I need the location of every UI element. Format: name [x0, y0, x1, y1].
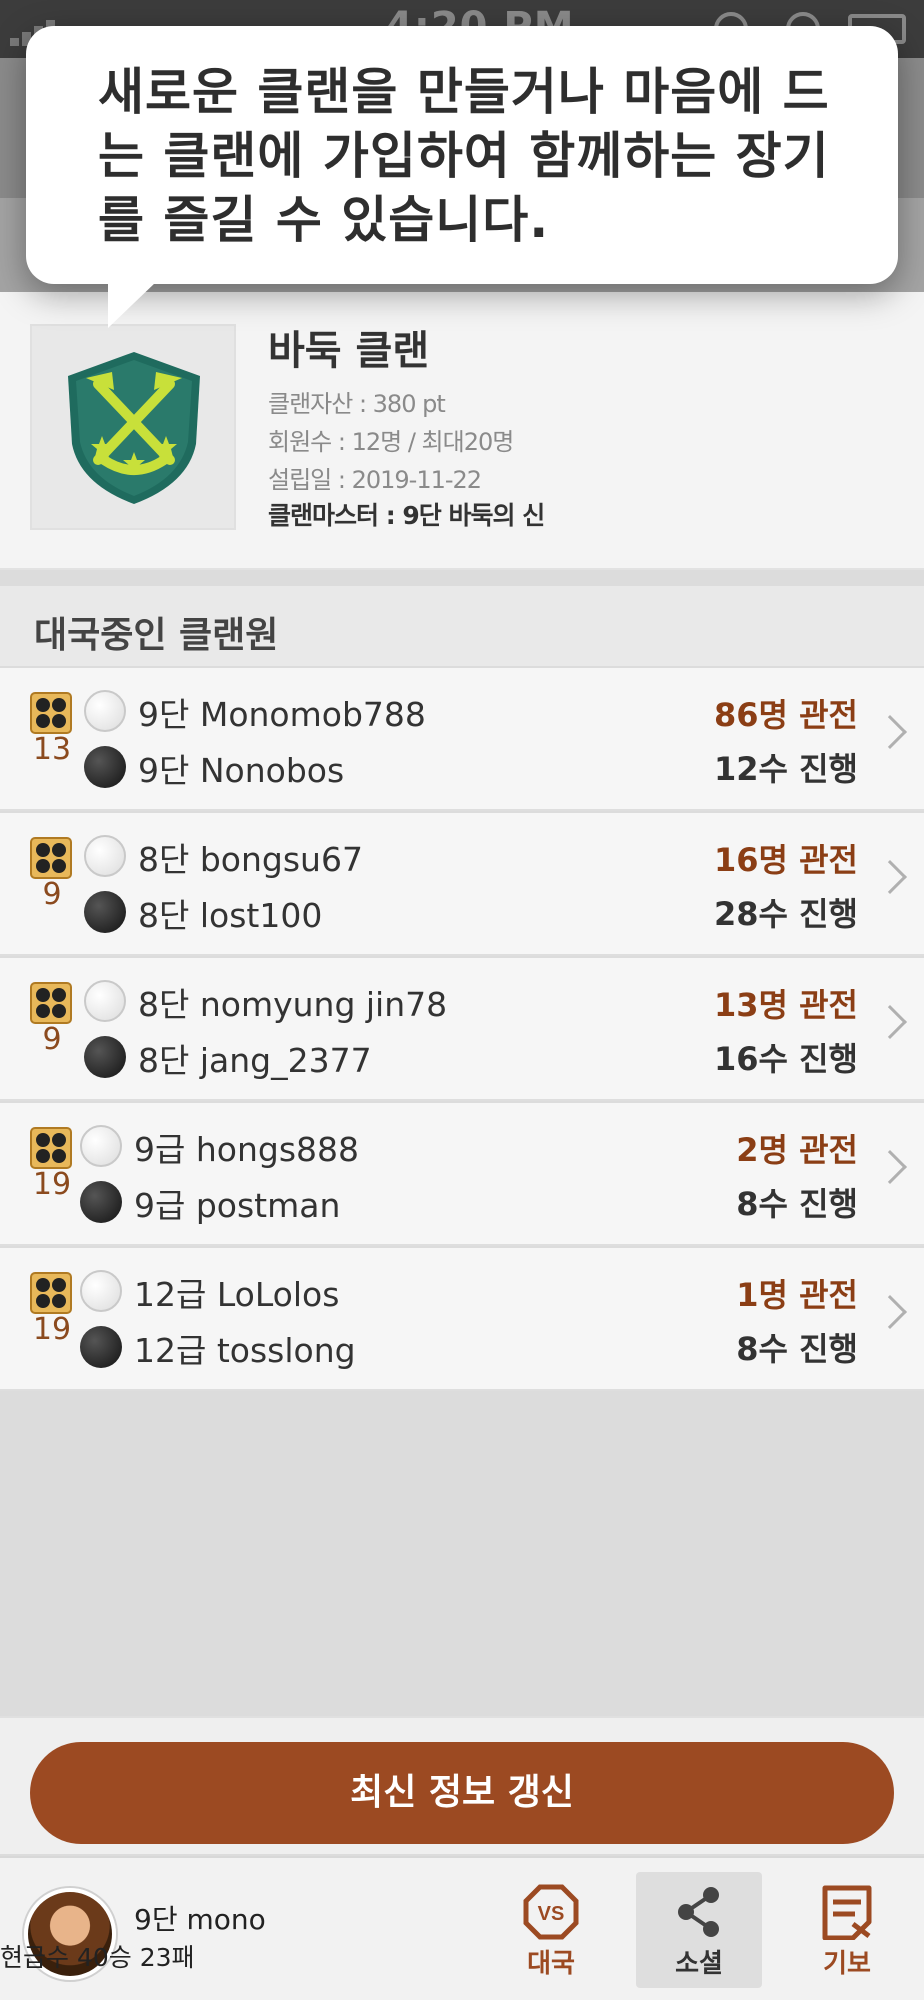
- game-row[interactable]: 13 9단 Monomob788 9단 Nonobos 86명 관전 12수 진…: [0, 668, 924, 811]
- section-header: 대국중인 클랜원: [0, 586, 924, 666]
- black-stone-icon: [84, 746, 126, 788]
- nav-label: 대국: [527, 1949, 575, 1979]
- black-player: 8단 jang_2377: [138, 1041, 372, 1080]
- nav-item-match[interactable]: VS 대국: [488, 1872, 614, 1988]
- svg-text:VS: VS: [538, 1903, 565, 1925]
- game-row[interactable]: 19 9급 hongs888 9급 postman 2명 관전 8수 진행: [0, 1103, 924, 1246]
- white-stone-icon: [80, 1125, 122, 1167]
- onboarding-tooltip[interactable]: 새로운 클랜을 만들거나 마음에 드는 클랜에 가입하여 함께하는 장기를 즐길…: [26, 26, 898, 328]
- white-stone-icon: [80, 1270, 122, 1312]
- game-list: 13 9단 Monomob788 9단 Nonobos 86명 관전 12수 진…: [0, 668, 924, 1393]
- tooltip-message: 새로운 클랜을 만들거나 마음에 드는 클랜에 가입하여 함께하는 장기를 즐길…: [98, 63, 830, 249]
- white-player: 9급 hongs888: [134, 1130, 359, 1169]
- board-size: 9: [42, 877, 62, 912]
- game-row[interactable]: 9 8단 bongsu67 8단 lost100 16명 관전 28수 진행: [0, 813, 924, 956]
- chevron-right-icon: [873, 860, 907, 894]
- share-icon: [678, 1887, 719, 1937]
- board-icon: [30, 1272, 72, 1314]
- white-stone-icon: [84, 835, 126, 877]
- clan-assets: 클랜자산 : 380 pt: [268, 390, 446, 418]
- board-icon: [30, 837, 72, 879]
- game-row[interactable]: 9 8단 nomyung jin78 8단 jang_2377 13명 관전 1…: [0, 958, 924, 1101]
- board-icon: [30, 982, 72, 1024]
- board-size: 19: [32, 1312, 72, 1347]
- chevron-right-icon: [873, 715, 907, 749]
- move-count: 12수 진행: [714, 750, 858, 788]
- chevron-right-icon: [873, 1005, 907, 1039]
- viewer-count: 16명 관전: [714, 841, 858, 879]
- move-count: 8수 진행: [736, 1185, 858, 1223]
- nav-label: 기보: [823, 1949, 871, 1979]
- game-row[interactable]: 19 12급 LoLolos 12급 tosslong 1명 관전 8수 진행: [0, 1248, 924, 1391]
- user-record: 현급수 40승 23패: [0, 1943, 195, 1972]
- move-count: 28수 진행: [714, 895, 858, 933]
- white-player: 9단 Monomob788: [138, 695, 426, 734]
- clan-name: 바둑 클랜: [268, 328, 430, 374]
- clan-members: 회원수 : 12명 / 최대20명: [268, 428, 514, 456]
- board-size: 9: [42, 1022, 62, 1057]
- record-icon: [822, 1885, 872, 1940]
- move-count: 8수 진행: [736, 1330, 858, 1368]
- chevron-right-icon: [873, 1150, 907, 1184]
- move-count: 16수 진행: [714, 1040, 858, 1078]
- black-stone-icon: [84, 891, 126, 933]
- board-icon: [30, 1127, 72, 1169]
- section-title: 대국중인 클랜원: [34, 615, 279, 656]
- black-player: 8단 lost100: [138, 896, 323, 935]
- nav-item-records[interactable]: 기보: [784, 1872, 910, 1988]
- vs-icon: VS: [523, 1884, 579, 1940]
- refresh-area: 최신 정보 갱신: [0, 1716, 924, 1854]
- nav-item-social[interactable]: 소셜: [636, 1872, 762, 1988]
- nav-label: 소셜: [675, 1949, 723, 1979]
- white-stone-icon: [84, 690, 126, 732]
- chevron-right-icon: [873, 1295, 907, 1329]
- user-name: 9단 mono: [134, 1903, 266, 1936]
- viewer-count: 1명 관전: [736, 1276, 858, 1314]
- white-player: 8단 bongsu67: [138, 840, 363, 879]
- black-player: 9단 Nonobos: [138, 751, 345, 790]
- white-player: 12급 LoLolos: [134, 1275, 340, 1314]
- shield-emblem-icon: [68, 352, 200, 504]
- bottom-nav-bar: 9단 mono 현급수 40승 23패 VS 대국 소셜 기보: [0, 1856, 924, 2000]
- refresh-button[interactable]: 최신 정보 갱신: [30, 1742, 894, 1844]
- board-icon: [30, 692, 72, 734]
- clan-founded: 설립일 : 2019-11-22: [268, 466, 482, 494]
- clan-master: 클랜마스터 : 9단 바둑의 신: [268, 501, 545, 530]
- board-size: 13: [32, 732, 72, 767]
- black-player: 12급 tosslong: [134, 1331, 356, 1370]
- clan-emblem: [30, 324, 236, 530]
- white-stone-icon: [84, 980, 126, 1022]
- viewer-count: 2명 관전: [736, 1131, 858, 1169]
- black-stone-icon: [80, 1326, 122, 1368]
- black-stone-icon: [84, 1036, 126, 1078]
- viewer-count: 13명 관전: [714, 986, 858, 1024]
- black-player: 9급 postman: [134, 1186, 341, 1225]
- white-player: 8단 nomyung jin78: [138, 985, 448, 1024]
- black-stone-icon: [80, 1181, 122, 1223]
- board-size: 19: [32, 1167, 72, 1202]
- viewer-count: 86명 관전: [714, 696, 858, 734]
- clan-info-card: 바둑 클랜 클랜자산 : 380 pt 회원수 : 12명 / 최대20명 설립…: [0, 292, 924, 570]
